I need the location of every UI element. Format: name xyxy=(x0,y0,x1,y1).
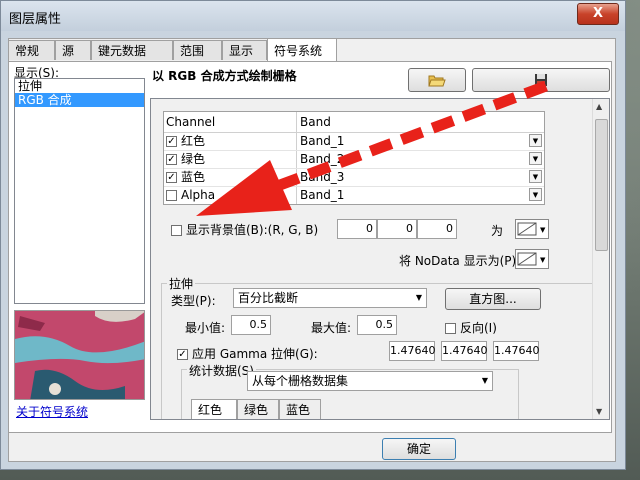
tab-stat-blue[interactable]: 蓝色 xyxy=(279,399,321,419)
invert-checkbox[interactable] xyxy=(445,323,456,334)
background-b-field[interactable]: 0 xyxy=(417,219,457,239)
as-label: 为 xyxy=(491,224,504,238)
tab-symbology[interactable]: 符号系统 xyxy=(267,38,337,62)
statistics-label: 统计数据(S) xyxy=(187,362,256,379)
channel-label: Alpha xyxy=(181,188,216,202)
tab-display[interactable]: 显示 xyxy=(222,40,267,60)
close-button[interactable]: X xyxy=(577,3,619,25)
save-icon xyxy=(535,74,547,86)
tab-general[interactable]: 常规 xyxy=(8,40,55,60)
stretch-type-label: 类型(P): xyxy=(171,294,216,308)
band-table-header: Channel Band xyxy=(164,112,544,133)
renderer-item-stretch[interactable]: 拉伸 xyxy=(15,79,144,93)
channel-label: 绿色 xyxy=(181,152,206,166)
scroll-down-icon[interactable]: ▼ xyxy=(596,407,602,416)
gamma-label: 应用 Gamma 拉伸(G): xyxy=(192,347,318,361)
chevron-down-icon: ▼ xyxy=(415,293,422,302)
background-color-button[interactable]: ▼ xyxy=(515,219,549,239)
band-channel-table: Channel Band ✓ 红色 Band_1 ▼ ✓ 绿色 Band_2 ▼ ✓… xyxy=(163,111,545,205)
background-value-label: 显示背景值(B):(R, G, B) xyxy=(186,223,319,237)
band-select-green[interactable]: Band_2 xyxy=(300,151,344,168)
stretch-group-label: 拉伸 xyxy=(167,275,196,292)
color-swatch-icon: ▼ xyxy=(517,252,546,266)
nodata-label: 将 NoData 显示为(P) xyxy=(399,254,517,268)
channel-column-header: Channel xyxy=(166,115,216,129)
channel-label: 红色 xyxy=(181,134,206,148)
folder-open-icon xyxy=(428,75,446,87)
open-layer-file-button[interactable] xyxy=(408,68,466,92)
band-row-green: ✓ 绿色 Band_2 ▼ xyxy=(164,151,544,169)
alpha-channel-checkbox[interactable] xyxy=(166,190,177,201)
green-channel-checkbox[interactable]: ✓ xyxy=(166,154,177,165)
scroll-up-icon[interactable]: ▲ xyxy=(596,102,602,111)
tab-extent[interactable]: 范围 xyxy=(173,40,222,60)
preview-thumbnail xyxy=(14,310,145,400)
blue-channel-checkbox[interactable]: ✓ xyxy=(166,172,177,183)
red-channel-checkbox[interactable]: ✓ xyxy=(166,136,177,147)
channel-label: 蓝色 xyxy=(181,170,206,184)
save-layer-file-button[interactable] xyxy=(472,68,610,92)
svg-text:▼: ▼ xyxy=(540,256,546,264)
background-r-field[interactable]: 0 xyxy=(337,219,377,239)
chevron-down-icon[interactable]: ▼ xyxy=(529,188,542,201)
histogram-button[interactable]: 直方图... xyxy=(445,288,541,310)
min-value-field[interactable]: 0.5 xyxy=(231,315,271,335)
stat-tab-page xyxy=(191,419,381,420)
renderer-heading: 以 RGB 合成方式绘制栅格 xyxy=(152,69,297,83)
ok-button[interactable]: 确定 xyxy=(382,438,456,460)
symbology-settings-panel: Channel Band ✓ 红色 Band_1 ▼ ✓ 绿色 Band_2 ▼ ✓… xyxy=(150,98,610,420)
chevron-down-icon[interactable]: ▼ xyxy=(529,170,542,183)
min-value-label: 最小值: xyxy=(185,321,226,335)
band-select-red[interactable]: Band_1 xyxy=(300,133,344,150)
title-bar: 图层属性 X xyxy=(1,1,625,31)
statistics-source-select[interactable]: 从每个栅格数据集 ▼ xyxy=(247,371,493,391)
tab-stat-green[interactable]: 绿色 xyxy=(237,399,279,419)
about-symbology-link[interactable]: 关于符号系统 xyxy=(16,403,88,420)
stretch-type-value: 百分比截断 xyxy=(238,291,299,305)
max-value-field[interactable]: 0.5 xyxy=(357,315,397,335)
band-column-header: Band xyxy=(300,115,331,129)
chevron-down-icon[interactable]: ▼ xyxy=(529,152,542,165)
chevron-down-icon[interactable]: ▼ xyxy=(529,134,542,147)
background-g-field[interactable]: 0 xyxy=(377,219,417,239)
tab-stat-red[interactable]: 红色 xyxy=(191,399,237,419)
satellite-preview-image xyxy=(15,311,144,399)
gamma-green-field[interactable]: 1.47640 xyxy=(441,341,488,361)
nodata-color-button[interactable]: ▼ xyxy=(515,249,549,269)
background-value-row: 显示背景值(B):(R, G, B) xyxy=(171,221,318,238)
gamma-checkbox[interactable]: ✓ xyxy=(177,349,188,360)
renderer-list: 拉伸 RGB 合成 xyxy=(14,78,145,304)
background-value-checkbox[interactable] xyxy=(171,225,182,236)
gamma-row: ✓ 应用 Gamma 拉伸(G): xyxy=(177,345,318,362)
invert-label: 反向(I) xyxy=(460,321,497,335)
band-row-red: ✓ 红色 Band_1 ▼ xyxy=(164,133,544,151)
statistics-source-value: 从每个栅格数据集 xyxy=(252,374,349,388)
color-swatch-icon: ▼ xyxy=(517,222,546,236)
renderer-item-rgb[interactable]: RGB 合成 xyxy=(15,93,144,107)
band-select-alpha[interactable]: Band_1 xyxy=(300,187,344,204)
svg-text:▼: ▼ xyxy=(540,226,546,234)
tab-key-metadata[interactable]: 键元数据 xyxy=(91,40,173,60)
invert-row: 反向(I) xyxy=(445,319,497,336)
band-row-alpha: Alpha Band_1 ▼ xyxy=(164,187,544,204)
max-value-label: 最大值: xyxy=(311,321,352,335)
scroll-thumb[interactable] xyxy=(595,119,608,251)
window-title: 图层属性 xyxy=(9,12,62,27)
tab-source[interactable]: 源 xyxy=(55,40,91,60)
gamma-red-field[interactable]: 1.47640 xyxy=(389,341,436,361)
panel-scrollbar[interactable]: ▲ ▼ xyxy=(592,99,609,419)
stretch-type-select[interactable]: 百分比截断 ▼ xyxy=(233,288,427,308)
statistics-band-tabs: 红色 绿色 蓝色 xyxy=(191,399,391,419)
band-row-blue: ✓ 蓝色 Band_3 ▼ xyxy=(164,169,544,187)
chevron-down-icon: ▼ xyxy=(481,376,488,385)
gamma-blue-field[interactable]: 1.47640 xyxy=(493,341,540,361)
band-select-blue[interactable]: Band_3 xyxy=(300,169,344,186)
